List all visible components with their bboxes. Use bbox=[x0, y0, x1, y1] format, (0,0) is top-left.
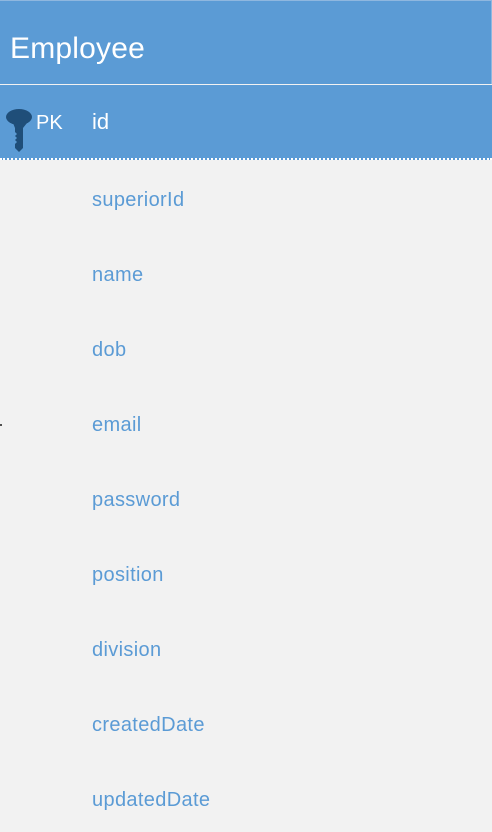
primary-key-field: id bbox=[92, 109, 110, 134]
primary-key-row: PK id bbox=[0, 84, 492, 160]
employee-entity: Employee PK id superiorId name dob email… bbox=[0, 0, 492, 832]
field-createddate: createdDate bbox=[92, 714, 205, 736]
field-superiorid: superiorId bbox=[92, 189, 185, 211]
entity-header: Employee bbox=[0, 0, 492, 84]
connector-stub bbox=[0, 424, 2, 426]
field-email: email bbox=[92, 414, 142, 436]
field-updateddate: updatedDate bbox=[92, 789, 211, 811]
field-dob: dob bbox=[92, 339, 127, 361]
field-position: position bbox=[92, 564, 164, 586]
field-division: division bbox=[92, 639, 162, 661]
key-icon bbox=[6, 109, 32, 152]
entity-title: Employee bbox=[10, 32, 146, 65]
field-password: password bbox=[92, 489, 181, 511]
primary-key-label: PK bbox=[36, 112, 63, 134]
field-name: name bbox=[92, 264, 144, 286]
